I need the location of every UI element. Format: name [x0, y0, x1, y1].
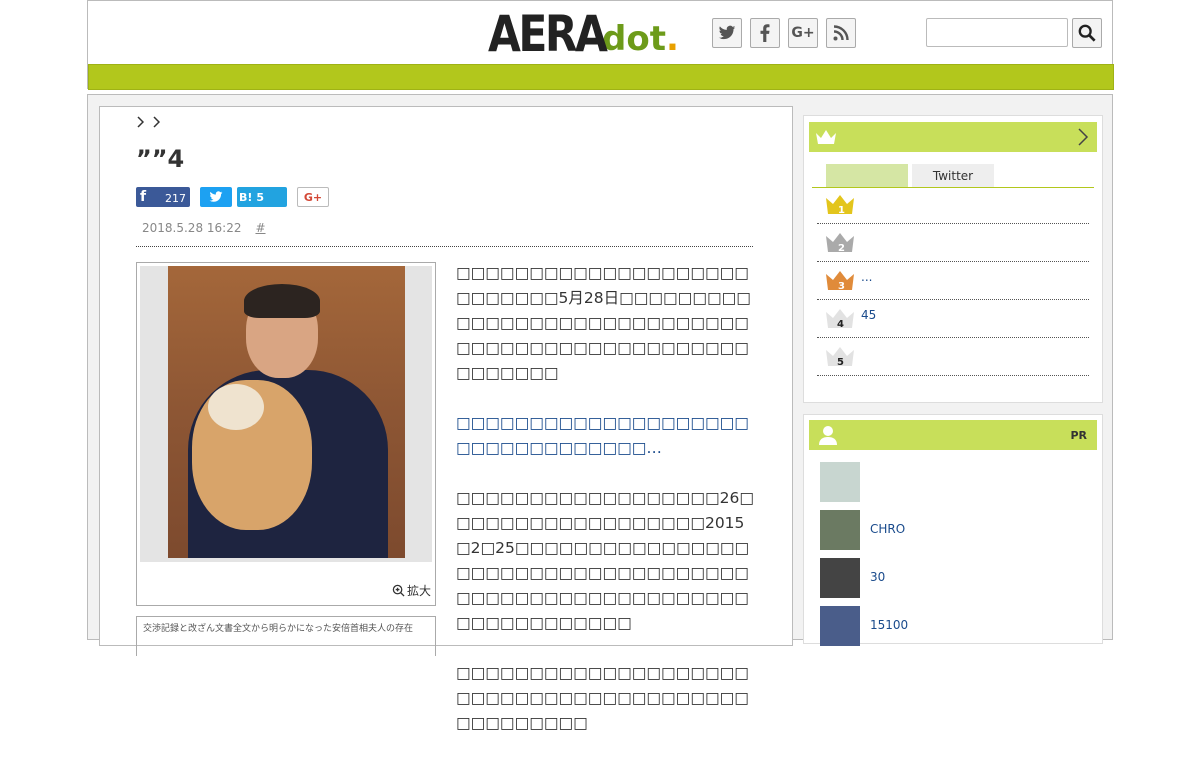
logo-dot: dot. [602, 19, 679, 59]
ranking-tabs: Twitter [812, 164, 1094, 188]
rank-3-crown-icon: 3 [826, 271, 854, 292]
site-header: AERA dot. G+ [87, 0, 1114, 90]
people-text: CHRO [870, 522, 906, 536]
content-area: ””4 f 217 B! 5 G+ 2018.5.28 16:22 # 拡大 交… [87, 94, 1113, 732]
hatena-bookmark-button[interactable]: B! 5 [237, 187, 287, 207]
article-paragraph: □□□□□□□□□□□□□□□□□□□□□□□□□□□5月28日□□□□□□□□… [456, 264, 751, 382]
article-photo[interactable] [140, 266, 432, 562]
avatar [820, 510, 860, 550]
facebook-share-count: 217 [165, 192, 186, 205]
google-plus-share-button[interactable]: G+ [297, 187, 329, 207]
article-body: □□□□□□□□□□□□□□□□□□□□□□□□□□□5月28日□□□□□□□□… [456, 261, 754, 761]
ranking-item[interactable]: 3 ... [817, 262, 1089, 300]
share-buttons: f 217 B! 5 G+ [136, 187, 329, 207]
rank-4-crown-icon: 4 [826, 309, 854, 330]
hatena-icon: B! [239, 190, 253, 204]
article-paragraph: □□□□□□□□□□□□□□□□□□□□□□□□□□□□□□□□□□□□□□□□… [456, 664, 749, 732]
facebook-share-button[interactable]: f 217 [136, 187, 190, 207]
nav-bar [88, 64, 1114, 90]
breadcrumb [136, 113, 161, 132]
people-item[interactable]: 30 [818, 558, 1098, 598]
logo-period: . [665, 19, 679, 59]
ranking-item[interactable]: 2 [817, 224, 1089, 262]
facebook-icon[interactable] [750, 18, 780, 48]
avatar [820, 462, 860, 502]
search-input[interactable] [926, 18, 1068, 47]
people-item[interactable] [818, 462, 1098, 502]
article-paragraph: □□□□□□□□□□□□□□□□□□26□□□□□□□□□□□□□□□□□□20… [456, 489, 754, 632]
divider [136, 246, 753, 247]
rank-number: 3 [838, 281, 845, 292]
rank-number: 2 [838, 243, 845, 254]
people-text: 30 [870, 570, 886, 584]
logo-dot-text: dot [602, 19, 666, 59]
search-button[interactable] [1072, 18, 1102, 48]
ranking-widget: Twitter 1 2 3 ... 4 45 5 [803, 115, 1103, 403]
people-widget: PR CHRO 30 15100 [803, 414, 1103, 646]
search-icon [1078, 24, 1096, 42]
google-plus-icon[interactable]: G+ [788, 18, 818, 48]
chevron-right-icon[interactable] [136, 113, 145, 132]
avatar [820, 558, 860, 598]
avatar [820, 606, 860, 646]
rank-1-crown-icon: 1 [826, 195, 854, 216]
photo-image [168, 266, 405, 558]
page: AERA dot. G+ ””4 f 217 B! 5 G+ 2018.5.28… [87, 0, 1114, 732]
ranking-header[interactable] [809, 122, 1097, 152]
enlarge-button[interactable]: 拡大 [392, 582, 431, 599]
hatena-count: 5 [256, 190, 265, 204]
ranking-text: 45 [861, 308, 877, 322]
people-item[interactable]: 15100 [818, 606, 1098, 646]
chevron-right-icon[interactable] [152, 113, 161, 132]
twitter-icon [209, 191, 223, 202]
rank-5-crown-icon: 5 [826, 347, 854, 368]
article-meta: 2018.5.28 16:22 # [142, 221, 266, 235]
google-plus-icon: G+ [303, 190, 323, 204]
enlarge-label: 拡大 [406, 584, 431, 598]
rank-number: 5 [837, 357, 844, 368]
people-item[interactable]: CHRO [818, 510, 1098, 550]
search-form [926, 18, 1102, 48]
rank-2-crown-icon: 2 [826, 233, 854, 254]
photo-hair [244, 284, 320, 318]
tab-twitter[interactable]: Twitter [912, 164, 994, 187]
tab-access[interactable] [826, 164, 908, 187]
article-title: ””4 [136, 145, 185, 173]
crown-icon [816, 130, 836, 144]
article: ””4 f 217 B! 5 G+ 2018.5.28 16:22 # 拡大 交… [99, 106, 793, 732]
person-icon [819, 426, 837, 445]
chevron-right-icon [1078, 128, 1089, 146]
ranking-text: ... [861, 270, 873, 284]
pr-label: PR [1070, 429, 1087, 442]
article-link[interactable]: □□□□□□□□□□□□□□□□□□□□□□□□□□□□□□□□□… [456, 411, 754, 461]
twitter-icon[interactable] [712, 18, 742, 48]
photo-caption: 交渉記録と改ざん文書全文から明らかになった安倍首相夫人の存在 [136, 616, 436, 656]
article-date: 2018.5.28 16:22 [142, 221, 242, 235]
ranking-item[interactable]: 5 [817, 338, 1089, 376]
rank-number: 4 [837, 319, 844, 330]
ranking-item[interactable]: 1 [817, 186, 1089, 224]
site-logo[interactable]: AERA dot. [488, 7, 679, 59]
photo-dog-face [208, 384, 264, 430]
people-header[interactable]: PR [809, 420, 1097, 450]
rss-icon[interactable] [826, 18, 856, 48]
facebook-icon: f [140, 189, 147, 205]
social-links: G+ [712, 18, 856, 48]
logo-aera: AERA [488, 5, 608, 63]
article-photo-box: 拡大 [136, 262, 436, 606]
rank-number: 1 [838, 205, 845, 216]
ranking-item[interactable]: 4 45 [817, 300, 1089, 338]
hashtag-link[interactable]: # [255, 221, 265, 235]
twitter-share-button[interactable] [200, 187, 232, 207]
zoom-icon [392, 584, 405, 597]
